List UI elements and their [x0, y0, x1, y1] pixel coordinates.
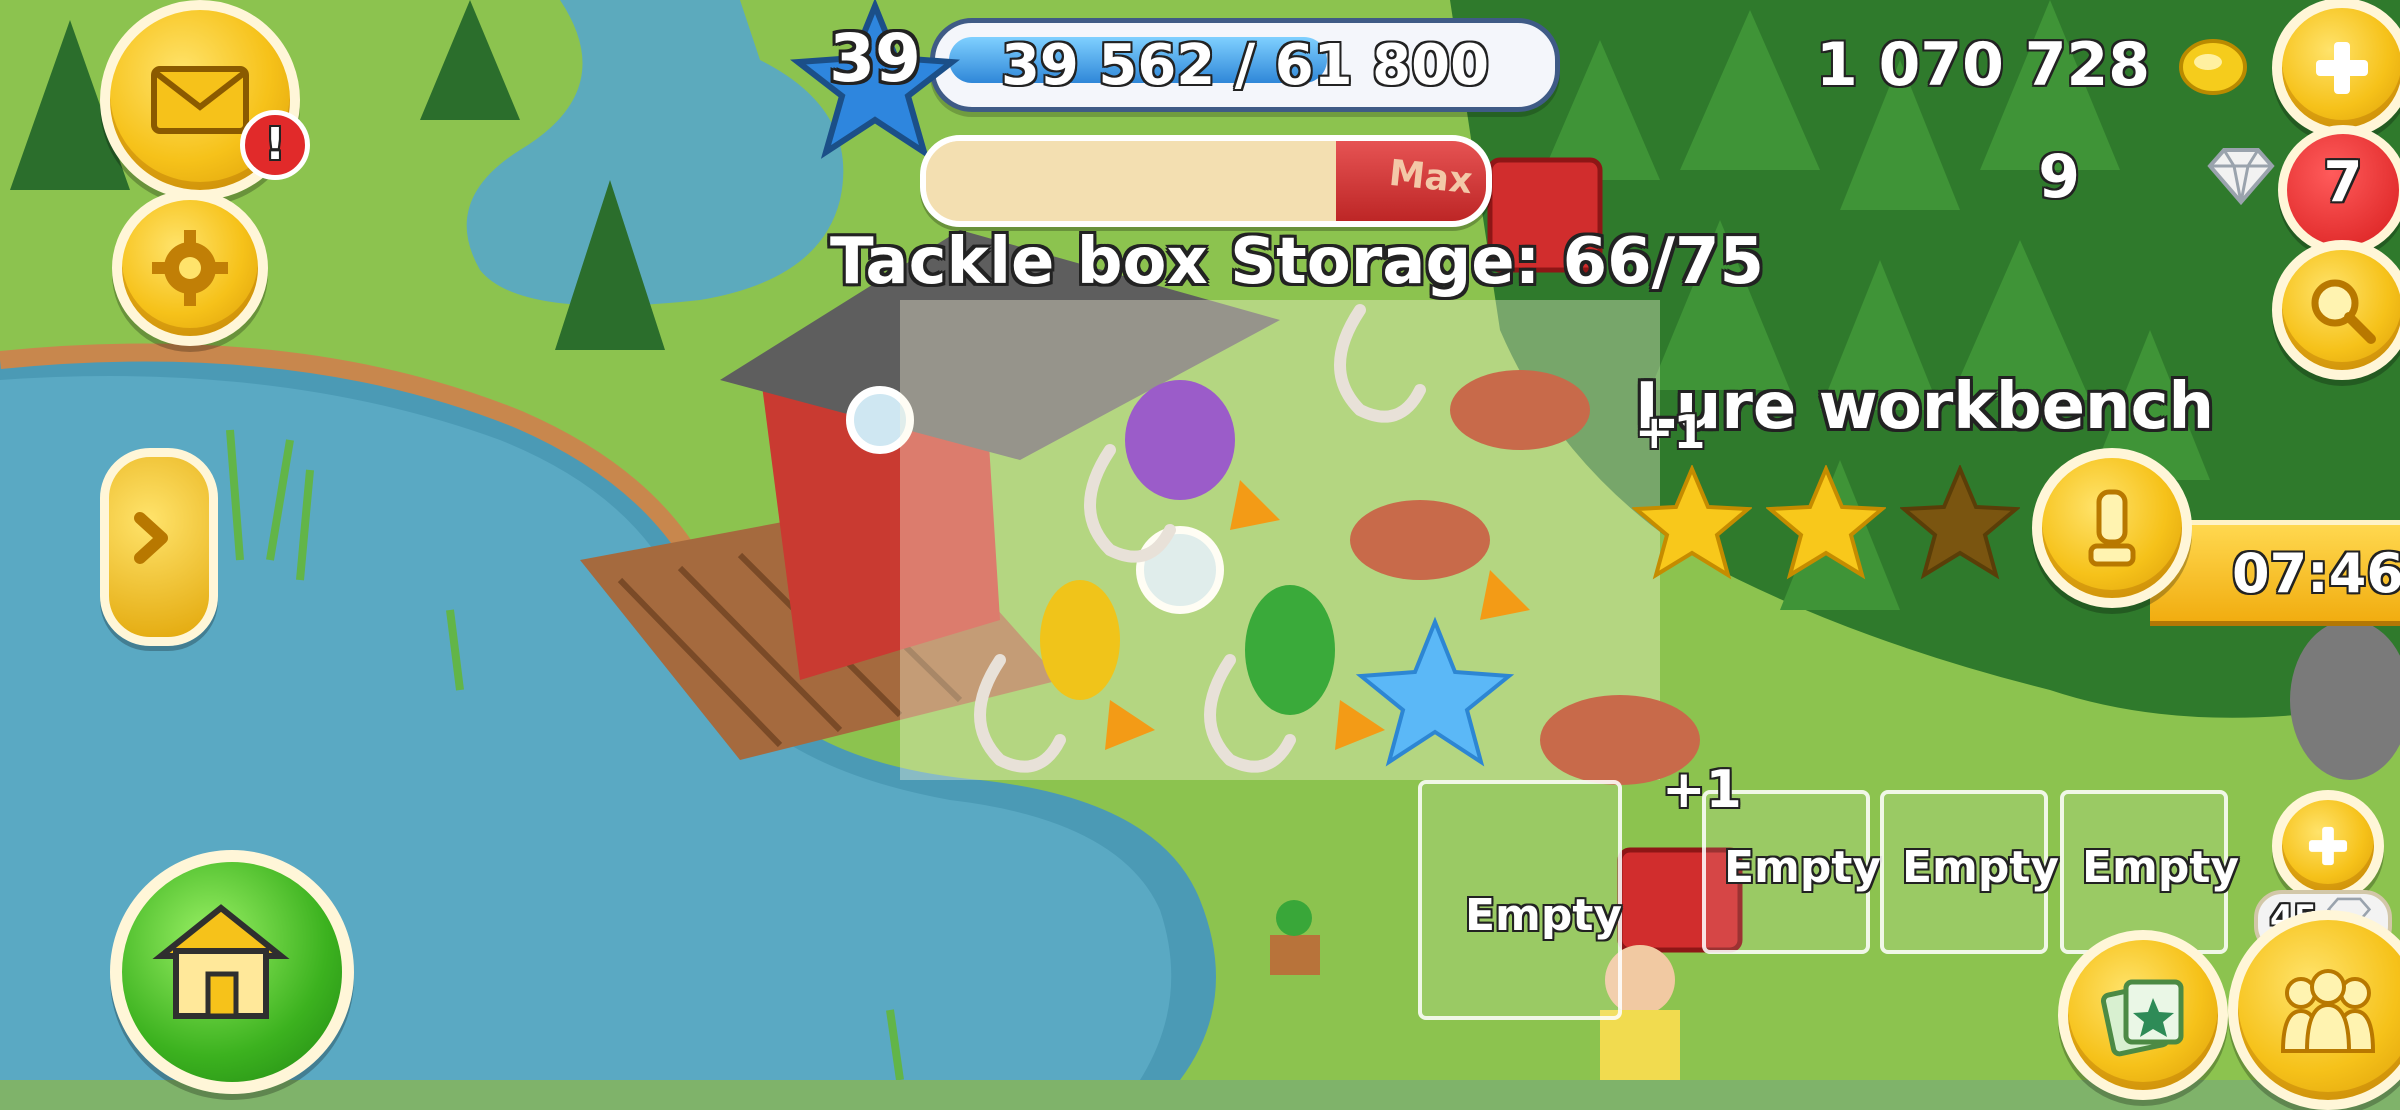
- coin-count: 1 070 728: [1815, 30, 2150, 100]
- reward-plus-one: +1: [1635, 405, 1706, 459]
- house-icon: [152, 904, 290, 1019]
- magnifier-icon: [2311, 279, 2376, 344]
- production-timer: 07:46: [2232, 542, 2400, 605]
- diamond-icon: [2207, 148, 2275, 206]
- mail-alert-badge: !: [240, 110, 310, 180]
- slot-label-2: Empty: [1724, 842, 1882, 893]
- star-icon-3-empty: [1900, 465, 2020, 580]
- decorations-button[interactable]: [2058, 930, 2228, 1100]
- slot-label-1: Empty: [1465, 890, 1623, 941]
- slot-label-3: Empty: [1902, 842, 2060, 893]
- diamond-count: 9: [2038, 142, 2080, 212]
- gear-icon: [152, 230, 228, 306]
- storage-max-label: Max: [1386, 152, 1474, 203]
- settings-button[interactable]: [112, 190, 268, 346]
- diamond-badge[interactable]: 7: [2278, 125, 2400, 255]
- star-icon-1: [1632, 465, 1752, 580]
- chevron-right-icon: [134, 512, 168, 564]
- info-icon: [2088, 489, 2136, 567]
- tackle-box-storage-bar: Max: [920, 135, 1492, 227]
- decorations-icon: [2100, 979, 2184, 1057]
- xp-text: 39 562 / 61 800: [1000, 33, 1490, 98]
- search-button[interactable]: [2272, 240, 2400, 380]
- slot-label-4: Empty: [2082, 842, 2240, 893]
- plus-icon: [2316, 42, 2368, 94]
- diamond-badge-count: 7: [2323, 150, 2363, 215]
- level-number: 39: [829, 20, 921, 97]
- building-title: Lure workbench: [1635, 370, 2215, 444]
- expand-menu-button[interactable]: [100, 448, 218, 646]
- reward-plus-one-2: +1: [1662, 760, 1742, 820]
- star-icon-2: [1766, 465, 1886, 580]
- xp-bar[interactable]: 39 562 / 61 800: [930, 18, 1560, 112]
- add-slot-button[interactable]: [2272, 790, 2384, 902]
- home-button[interactable]: [110, 850, 354, 1094]
- mail-icon: [151, 66, 249, 134]
- info-button[interactable]: [2032, 448, 2192, 608]
- coin-icon: [2179, 39, 2247, 95]
- plus-icon: [2308, 826, 2348, 866]
- storage-label: Tackle box Storage: 66/75: [830, 225, 1765, 299]
- friends-icon: [2280, 969, 2376, 1053]
